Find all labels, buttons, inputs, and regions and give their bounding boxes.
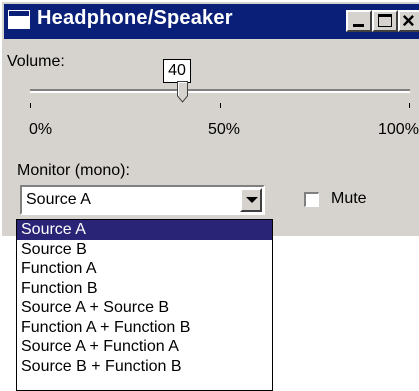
dropdown-option[interactable]: Source B [17,240,272,260]
headphone-speaker-window: Headphone/Speaker × Volume: 40 0% 50% 10… [0,0,419,236]
tick-label-0: 0% [29,121,53,138]
maximize-button[interactable] [372,10,398,32]
maximize-icon [378,14,392,27]
close-button[interactable]: × [398,8,419,33]
dropdown-option[interactable]: Function A + Function B [17,318,272,338]
mute-checkbox[interactable] [304,192,319,207]
window-title: Headphone/Speaker [37,7,233,29]
title-bar[interactable]: Headphone/Speaker × [4,4,419,39]
dropdown-option[interactable]: Source A + Function A [17,337,272,357]
minimize-button[interactable] [346,10,372,32]
monitor-dropdown-list: Source A Source B Function A Function B Sour… [16,219,273,391]
dropdown-option[interactable]: Function B [17,279,272,299]
volume-slider-thumb[interactable] [176,81,188,103]
chevron-down-icon [246,197,258,203]
window-icon [8,10,30,29]
dropdown-option[interactable]: Source A + Source B [17,298,272,318]
monitor-select[interactable]: Source A [20,185,265,215]
monitor-select-value: Source A [26,191,91,208]
mute-label[interactable]: Mute [331,190,367,208]
dropdown-option[interactable]: Source B + Function B [17,357,272,377]
volume-slider-track[interactable] [30,89,410,93]
volume-value-tooltip: 40 [163,59,191,83]
minimize-icon [353,24,364,27]
volume-label: Volume: [7,53,65,70]
close-icon: × [402,8,415,33]
dropdown-option[interactable]: Source A [17,220,272,240]
monitor-label: Monitor (mono): [17,162,130,179]
dropdown-button[interactable] [240,188,262,212]
tick-label-100: 100% [378,121,419,138]
tick-label-50: 50% [208,121,241,138]
dropdown-option[interactable]: Function A [17,259,272,279]
